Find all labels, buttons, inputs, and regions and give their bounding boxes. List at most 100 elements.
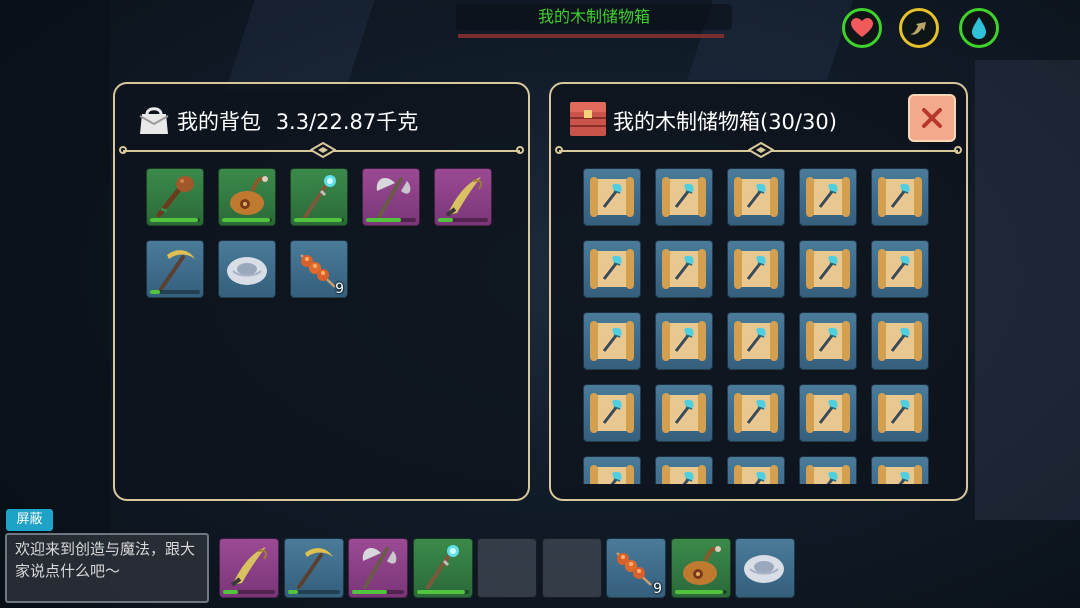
durability-bar (438, 218, 453, 222)
chest-slot[interactable] (799, 168, 857, 226)
backpack-slot[interactable] (218, 240, 276, 298)
close-button[interactable] (908, 94, 956, 142)
magic-staff-icon (303, 175, 336, 219)
chest-slot[interactable] (799, 240, 857, 298)
backpack-slot[interactable] (434, 168, 492, 226)
background-shadow (975, 60, 1080, 520)
chest-slot[interactable] (727, 240, 785, 298)
scythe-blade-icon (230, 547, 267, 587)
chat-input[interactable]: 欢迎来到创造与魔法，跟大家说点什么吧～ (5, 533, 209, 603)
durability-bar (150, 218, 198, 222)
item-count: 9 (335, 281, 344, 297)
chest-slot[interactable] (871, 240, 929, 298)
durability-bar (416, 590, 465, 594)
chest-slot[interactable] (727, 312, 785, 370)
chest-slot[interactable] (871, 456, 929, 484)
magic-staff-icon (425, 545, 459, 589)
backpack-slot[interactable] (146, 240, 204, 298)
chest-slot[interactable] (727, 384, 785, 442)
durability-bar (223, 590, 238, 594)
background-beam (225, 0, 375, 90)
blueprint-scroll-icon (590, 177, 634, 217)
backpack-icon (139, 107, 169, 134)
chest-slot[interactable] (655, 384, 713, 442)
chest-slot[interactable] (871, 312, 929, 370)
backpack-slot[interactable] (362, 168, 420, 226)
chest-slot[interactable] (655, 312, 713, 370)
chest-slot[interactable] (583, 240, 641, 298)
blueprint-scroll-icon (662, 393, 706, 433)
chest-slot[interactable] (583, 312, 641, 370)
container-title: 我的木制储物箱 (456, 4, 732, 30)
blueprint-scroll-icon (590, 249, 634, 289)
backpack-slot[interactable]: 9 (290, 240, 348, 298)
blueprint-scroll-icon (806, 177, 850, 217)
battle-axe-icon (362, 547, 397, 589)
divider-ornament (748, 142, 774, 158)
hotbar-slot[interactable] (219, 538, 279, 598)
chest-slot[interactable] (655, 456, 713, 484)
water-gourd-icon (682, 546, 721, 585)
blueprint-scroll-icon (806, 465, 850, 484)
blueprint-scroll-icon (806, 321, 850, 361)
chest-slot[interactable] (583, 168, 641, 226)
battle-axe-icon (376, 177, 411, 219)
chest-slot[interactable] (655, 240, 713, 298)
blueprint-scroll-icon (662, 465, 706, 484)
wooden-chest-icon (570, 102, 606, 136)
wooden-club-icon (156, 176, 194, 218)
shell-stone-icon (744, 555, 784, 583)
hotbar-slot[interactable] (348, 538, 408, 598)
chest-slot[interactable] (727, 168, 785, 226)
backpack-panel: 我的背包 3.3/22.87千克 9 (113, 82, 530, 501)
backpack-grid: 9 (146, 168, 506, 308)
backpack-slot[interactable] (290, 168, 348, 226)
chest-slot[interactable] (799, 384, 857, 442)
hotbar-slot[interactable] (283, 538, 344, 598)
hotbar-empty-slot[interactable] (541, 538, 602, 598)
chest-slot[interactable] (871, 384, 929, 442)
hotbar-slot[interactable] (735, 538, 795, 598)
blueprint-scroll-icon (662, 249, 706, 289)
heart-icon (851, 18, 873, 37)
blueprint-scroll-icon (734, 321, 778, 361)
backpack-slot[interactable] (218, 168, 276, 226)
blueprint-scroll-icon (878, 177, 922, 217)
hotbar-slot[interactable] (412, 538, 473, 598)
chest-slot[interactable] (655, 168, 713, 226)
thirst-indicator (959, 8, 999, 48)
divider-ornament (310, 142, 336, 158)
durability-bar (674, 590, 723, 594)
stamina-indicator (899, 8, 939, 48)
close-icon (922, 108, 942, 128)
chat-shield-button[interactable]: 屏蔽 (6, 509, 53, 531)
stamina-icon (910, 22, 926, 35)
backpack-weight: 3.3/22.87千克 (275, 110, 419, 134)
blueprint-scroll-icon (878, 321, 922, 361)
blueprint-scroll-icon (734, 393, 778, 433)
water-drop-icon (972, 17, 986, 39)
container-health-bar (458, 34, 724, 38)
chest-slot[interactable] (799, 312, 857, 370)
storage-chest-grid[interactable] (583, 168, 943, 484)
blueprint-scroll-icon (590, 465, 634, 484)
backpack-slot[interactable] (146, 168, 204, 226)
hotbar-slot[interactable]: 9 (606, 538, 666, 598)
chest-slot[interactable] (583, 384, 641, 442)
hotbar-slot[interactable] (670, 538, 731, 598)
chest-slot[interactable] (727, 456, 785, 484)
blueprint-scroll-icon (590, 393, 634, 433)
shell-stone-icon (227, 257, 267, 285)
chest-slot[interactable] (583, 456, 641, 484)
item-count: 9 (653, 581, 662, 597)
blueprint-scroll-icon (590, 321, 634, 361)
scythe-blade-icon (445, 177, 482, 217)
water-gourd-icon (230, 176, 268, 215)
chest-slot[interactable] (871, 168, 929, 226)
backpack-title: 我的背包 (177, 110, 261, 134)
chest-slot[interactable] (799, 456, 857, 484)
durability-bar (366, 218, 401, 222)
hotbar-empty-slot[interactable] (477, 538, 537, 598)
blueprint-scroll-icon (878, 249, 922, 289)
pickaxe-icon (159, 250, 195, 291)
